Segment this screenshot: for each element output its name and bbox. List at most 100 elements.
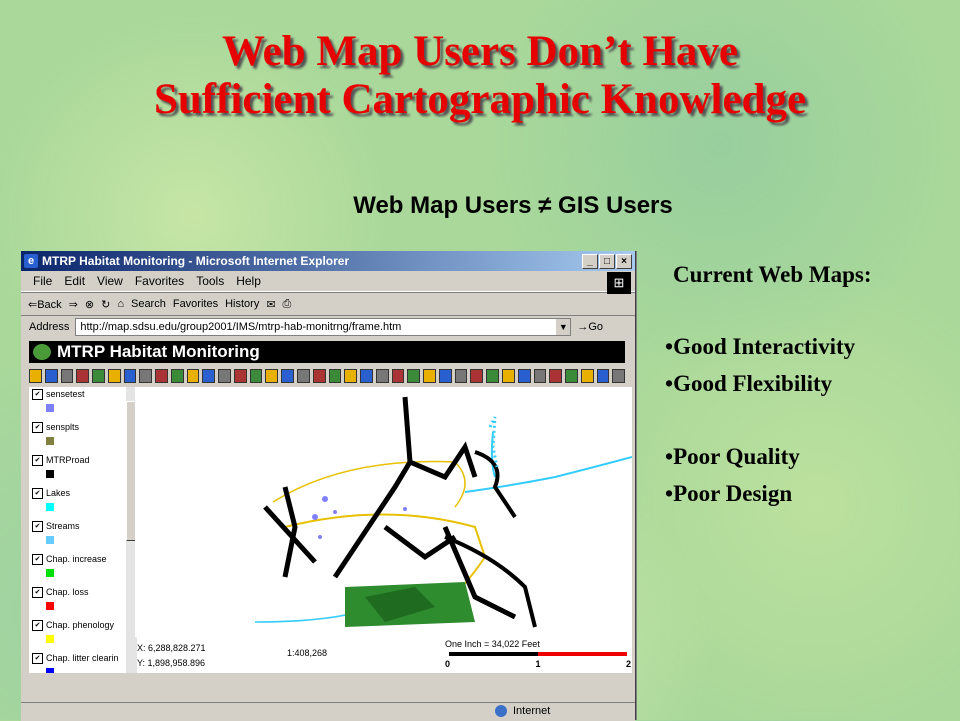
- menu-help[interactable]: Help: [236, 274, 261, 288]
- title-line-2: Sufficient Cartographic Knowledge: [153, 76, 807, 123]
- coord-x: X: 6,288,828.271: [137, 643, 206, 653]
- layer-swatch: [46, 536, 54, 544]
- map-tool-icon[interactable]: [107, 369, 121, 383]
- layer-swatch: [46, 437, 54, 445]
- menu-tools[interactable]: Tools: [196, 274, 224, 288]
- map-tool-icon[interactable]: [596, 369, 610, 383]
- minimize-button[interactable]: _: [582, 254, 598, 269]
- slide-title: Web Map Users Don’t Have Sufficient Cart…: [0, 28, 960, 124]
- layer-swatch: [46, 602, 54, 610]
- layer-item[interactable]: Chap. loss: [29, 585, 126, 618]
- home-icon[interactable]: ⌂: [117, 298, 124, 310]
- scale-tick: 1: [535, 659, 541, 669]
- map-tool-icon[interactable]: [517, 369, 531, 383]
- menu-view[interactable]: View: [97, 274, 123, 288]
- layer-name: Chap. increase: [32, 552, 126, 566]
- menu-file[interactable]: File: [33, 274, 52, 288]
- menu-edit[interactable]: Edit: [64, 274, 85, 288]
- map-tool-icon[interactable]: [391, 369, 405, 383]
- stop-icon[interactable]: ⊗: [85, 298, 94, 311]
- slide-subtitle: Web Map Users ≠ GIS Users: [353, 192, 673, 219]
- layer-name: Streams: [32, 519, 126, 533]
- map-tool-icon[interactable]: [360, 369, 373, 383]
- map-tool-icon[interactable]: [60, 369, 74, 383]
- map-tool-icon[interactable]: [92, 369, 105, 383]
- browser-toolbar: ⇐Back ⇒ ⊗ ↻ ⌂ Search Favorites History ✉…: [21, 292, 635, 316]
- layer-item[interactable]: sensplts: [29, 420, 126, 453]
- map-tool-icon[interactable]: [170, 369, 184, 383]
- bullet-list: Current Web Maps: Good Interactivity Goo…: [665, 262, 955, 512]
- layer-name: MTRProad: [32, 453, 126, 467]
- map-status: X: 6,288,828.271 Y: 1,898,958.896 1:408,…: [137, 637, 632, 673]
- layer-name: sensplts: [32, 420, 126, 434]
- map-tool-icon[interactable]: [580, 369, 594, 383]
- map-tool-icon[interactable]: [423, 369, 436, 383]
- map-tool-icon[interactable]: [612, 369, 626, 383]
- map-tool-icon[interactable]: [202, 369, 216, 383]
- address-value: http://map.sdsu.edu/group2001/IMS/mtrp-h…: [80, 321, 402, 333]
- history-button[interactable]: History: [225, 298, 259, 310]
- map-tool-icon[interactable]: [249, 369, 263, 383]
- map-tool-icon[interactable]: [438, 369, 452, 383]
- map-tool-icon[interactable]: [565, 369, 578, 383]
- map-tool-icon[interactable]: [533, 369, 547, 383]
- map-tool-icon[interactable]: [281, 369, 295, 383]
- layer-swatch: [46, 404, 54, 412]
- forward-button[interactable]: ⇒: [69, 298, 78, 311]
- layer-item[interactable]: MTRProad: [29, 453, 126, 486]
- layer-item[interactable]: Chap. increase: [29, 552, 126, 585]
- map-tool-icon[interactable]: [218, 369, 231, 383]
- map-tool-icon[interactable]: [155, 369, 168, 383]
- ie-icon: e: [24, 254, 38, 268]
- go-button[interactable]: →Go: [577, 321, 603, 333]
- chevron-down-icon[interactable]: ▼: [556, 319, 571, 335]
- map-tool-icon[interactable]: [186, 369, 200, 383]
- search-button[interactable]: Search: [131, 298, 166, 310]
- layer-item[interactable]: Streams: [29, 519, 126, 552]
- favorites-button[interactable]: Favorites: [173, 298, 218, 310]
- layer-item[interactable]: Chap. phenology: [29, 618, 126, 651]
- map-tool-icon[interactable]: [29, 369, 42, 383]
- map-tool-icon[interactable]: [454, 369, 468, 383]
- close-button[interactable]: ×: [616, 254, 632, 269]
- map-tool-icon[interactable]: [549, 369, 563, 383]
- map-tool-icon[interactable]: [123, 369, 137, 383]
- mail-icon[interactable]: ✉: [266, 298, 275, 311]
- map-tool-icon[interactable]: [344, 369, 358, 383]
- browser-window: e MTRP Habitat Monitoring - Microsoft In…: [21, 251, 636, 721]
- back-button[interactable]: ⇐Back: [28, 298, 62, 311]
- address-input[interactable]: http://map.sdsu.edu/group2001/IMS/mtrp-h…: [75, 318, 572, 336]
- map-tool-icon[interactable]: [312, 369, 326, 383]
- map-tool-icon[interactable]: [297, 369, 310, 383]
- refresh-icon[interactable]: ↻: [101, 298, 110, 311]
- layer-swatch: [46, 503, 54, 511]
- window-title: MTRP Habitat Monitoring - Microsoft Inte…: [42, 254, 350, 268]
- map-view[interactable]: [135, 387, 632, 637]
- map-tool-icon[interactable]: [44, 369, 58, 383]
- map-tool-icon[interactable]: [328, 369, 342, 383]
- maximize-button[interactable]: □: [599, 254, 615, 269]
- map-tool-icon[interactable]: [470, 369, 484, 383]
- list-item: Poor Quality: [665, 438, 955, 475]
- app-title: MTRP Habitat Monitoring: [57, 342, 260, 361]
- map-tool-icon[interactable]: [265, 369, 279, 383]
- scale-text: One Inch = 34,022 Feet: [445, 639, 540, 649]
- layer-swatch: [46, 668, 54, 673]
- map-tool-icon[interactable]: [486, 369, 499, 383]
- layer-item[interactable]: Chap. litter clearin: [29, 651, 126, 673]
- map-tool-icon[interactable]: [501, 369, 515, 383]
- layer-name: sensetest: [32, 387, 126, 401]
- layer-item[interactable]: Lakes: [29, 486, 126, 519]
- map-tool-icon[interactable]: [76, 369, 90, 383]
- window-titlebar[interactable]: e MTRP Habitat Monitoring - Microsoft In…: [21, 251, 635, 271]
- map-tool-icon[interactable]: [233, 369, 247, 383]
- go-label: Go: [588, 321, 604, 333]
- print-icon[interactable]: ⎙: [283, 298, 292, 311]
- scale-tick: 0: [445, 659, 451, 669]
- layer-item[interactable]: sensetest: [29, 387, 126, 420]
- menu-favorites[interactable]: Favorites: [135, 274, 184, 288]
- scale-bar: [449, 652, 627, 656]
- map-tool-icon[interactable]: [407, 369, 421, 383]
- map-tool-icon[interactable]: [375, 369, 389, 383]
- map-tool-icon[interactable]: [139, 369, 153, 383]
